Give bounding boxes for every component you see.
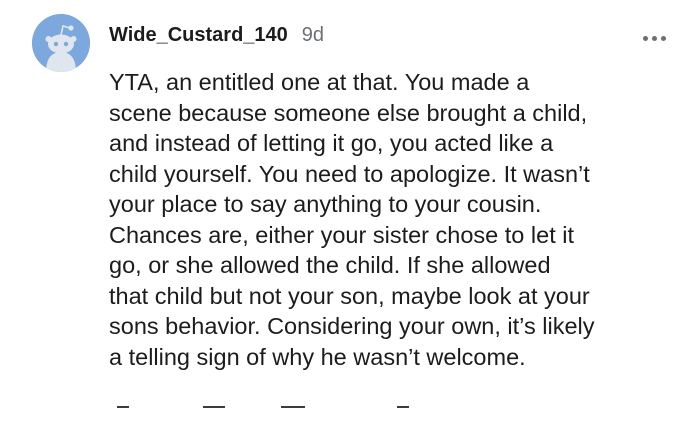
username-link[interactable]: Wide_Custard_140 — [109, 24, 288, 47]
comment-line: child yourself. You need to apologize. I… — [109, 160, 590, 187]
comment-line: go, or she allowed the child. If she all… — [109, 252, 551, 278]
comment-line: sons behavior. Considering your own, it’… — [109, 313, 595, 339]
comment-age: 9d — [301, 24, 325, 46]
share-icon[interactable] — [397, 406, 409, 422]
snoo-avatar-icon — [32, 14, 90, 72]
comment-header: Wide_Custard_140 9d — [109, 24, 324, 60]
comment-actions — [109, 406, 439, 426]
more-horizontal-icon — [643, 36, 648, 41]
comment: Wide_Custard_140 9d YTA, an entitled one… — [0, 0, 700, 418]
comment-line: YTA, an entitled one at that. You made a — [109, 69, 530, 95]
comment-line: a telling sign of why he wasn’t welcome. — [109, 343, 526, 370]
comment-line: that child but not your son, maybe look … — [109, 282, 590, 309]
upvote-icon[interactable] — [117, 406, 129, 422]
comment-line: scene because someone else brought a chi… — [109, 99, 588, 126]
comment-line: Chances are, either your sister chose to… — [109, 221, 574, 248]
more-options-button[interactable] — [643, 36, 666, 41]
reply-icon[interactable] — [203, 406, 225, 422]
comment-line: your place to say anything to your cousi… — [109, 191, 542, 217]
award-icon[interactable] — [281, 406, 305, 422]
avatar[interactable] — [32, 14, 90, 72]
comment-line: and instead of letting it go, you acted … — [109, 130, 554, 156]
comment-body: YTA, an entitled one at that. You made a… — [109, 67, 679, 372]
